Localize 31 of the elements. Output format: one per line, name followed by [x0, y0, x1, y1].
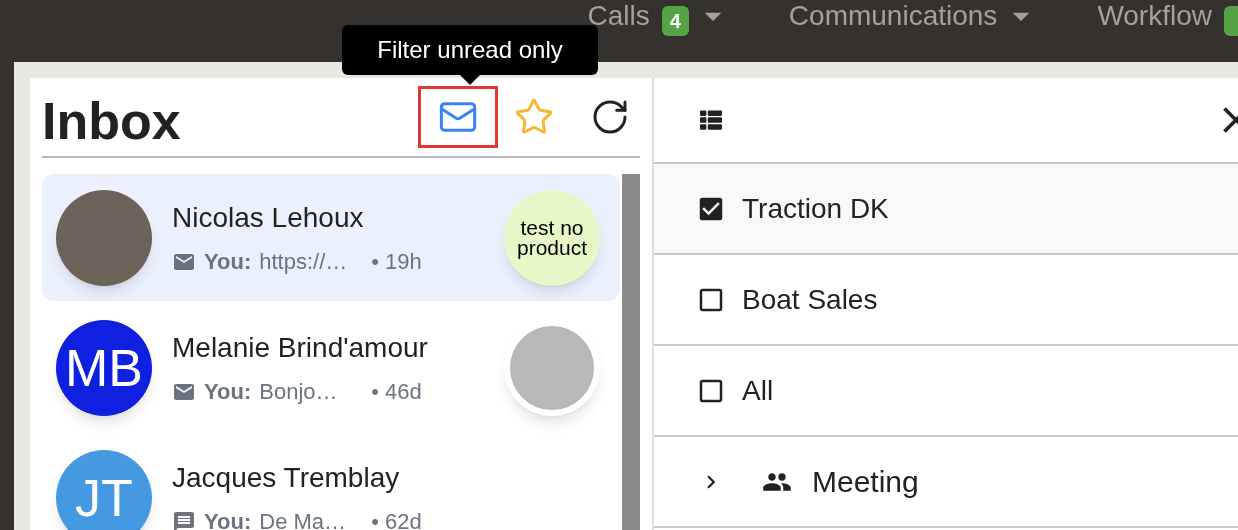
message-time: • 46d [371, 378, 422, 406]
scrollbar[interactable] [622, 174, 640, 530]
count-badge: 4 [661, 6, 689, 36]
list-icon[interactable] [700, 109, 722, 131]
avatar: JT [56, 449, 152, 530]
tooltip-pointer-icon [460, 75, 480, 85]
contact-name: Jacques Tremblay [172, 461, 401, 495]
message-preview: De Ma… [259, 508, 348, 530]
message-sender: You: [204, 508, 252, 530]
message-preview: Bonjo… [259, 378, 339, 406]
unread-filter-button[interactable] [418, 86, 498, 148]
message-preview: https://… [259, 248, 349, 276]
star-icon [514, 97, 554, 137]
filter-checkbox[interactable]: Boat Sales [654, 278, 878, 321]
filter-checkbox[interactable]: All [654, 369, 774, 412]
product-label: test no product [504, 189, 600, 286]
contact-name: Melanie Brind'amour [172, 331, 429, 365]
tooltip: Filter unread only [342, 25, 598, 75]
filter-checkbox[interactable]: Traction DK [654, 187, 889, 230]
conversation-item[interactable]: Nicolas Lehoux You: https://… • 19h test no product [42, 174, 620, 301]
message-sender: You: [204, 248, 252, 276]
avatar: MB [56, 319, 152, 416]
nav-label[interactable]: Communications [788, 0, 998, 36]
nav-label[interactable]: Workflow [1097, 0, 1212, 36]
contact-name: Nicolas Lehoux [172, 201, 365, 235]
message-time: • 62d [371, 508, 422, 530]
inbox-title: Inbox [42, 95, 182, 147]
group-label[interactable]: Meeting [812, 459, 919, 504]
chat-icon [172, 509, 196, 530]
message-sender: You: [204, 378, 252, 406]
message-time: • 19h [371, 248, 422, 276]
